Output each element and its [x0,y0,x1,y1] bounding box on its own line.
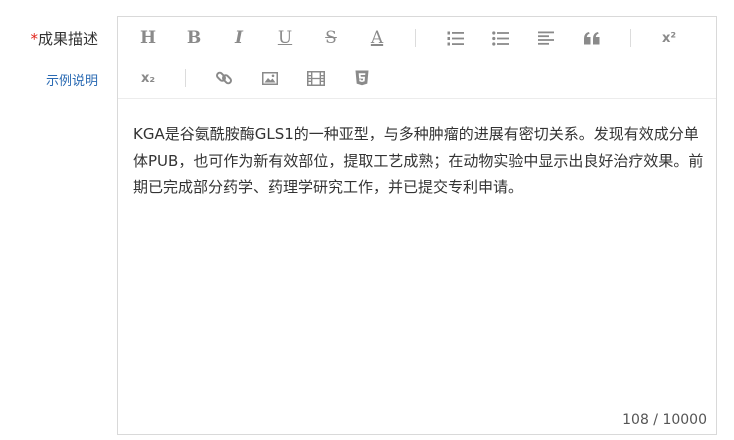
video-button[interactable] [301,66,331,90]
field-label: *成果描述 [30,28,98,49]
ordered-list-icon [447,31,464,45]
superscript-icon: x² [661,30,677,46]
toolbar-separator [185,69,186,87]
unordered-list-button[interactable] [485,26,515,50]
image-icon [262,71,278,85]
italic-icon: I [235,28,243,48]
image-button[interactable] [255,66,285,90]
subscript-button[interactable]: x₂ [133,66,163,90]
quote-icon [584,31,600,44]
superscript-button[interactable]: x² [654,26,684,50]
strikethrough-button[interactable]: S [316,26,346,50]
toolbar-separator [630,29,631,47]
font-color-button[interactable]: A [362,26,392,50]
example-link[interactable]: 示例说明 [46,70,98,89]
bold-button[interactable]: B [179,26,209,50]
char-counter: 108 / 10000 [622,412,707,428]
heading-icon: H [139,28,157,48]
toolbar-separator [415,29,416,47]
underline-button[interactable]: U [270,26,300,50]
heading-button[interactable]: H [133,26,163,50]
rich-text-editor[interactable]: H B I U S A x² x₂ KGA是谷氨酰胺酶GLS1的一种亚型，与多种… [117,16,717,435]
align-button[interactable] [531,26,561,50]
font-color-icon: A [370,28,384,48]
unordered-list-icon [491,30,509,46]
strikethrough-icon: S [325,28,337,48]
field-label-text: 成果描述 [37,30,98,48]
required-marker: * [30,30,38,48]
editor-content[interactable]: KGA是谷氨酰胺酶GLS1的一种亚型，与多种肿瘤的进展有密切关系。发现有效成分单… [133,121,705,201]
bold-icon: B [186,28,202,48]
video-icon [307,70,325,86]
italic-button[interactable]: I [224,26,254,50]
subscript-icon: x₂ [140,70,156,86]
align-left-icon [538,31,554,45]
link-icon [216,71,232,85]
html5-button[interactable] [347,66,377,90]
ordered-list-button[interactable] [440,26,470,50]
html5-icon [355,70,369,86]
editor-toolbar: H B I U S A x² x₂ [118,17,716,99]
underline-icon: U [277,28,293,48]
blockquote-button[interactable] [577,26,607,50]
link-button[interactable] [209,66,239,90]
